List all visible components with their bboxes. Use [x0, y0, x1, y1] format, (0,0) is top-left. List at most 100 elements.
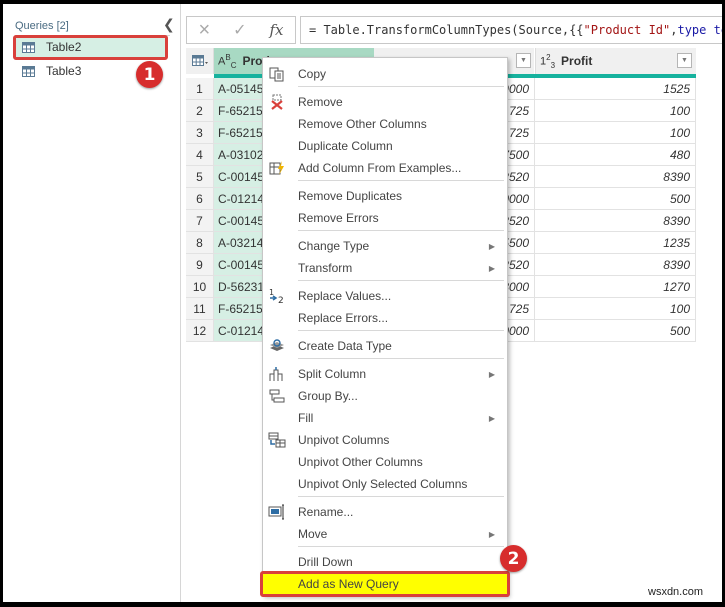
menu-item-label: Remove Errors	[298, 211, 379, 225]
submenu-arrow-icon: ▶	[488, 241, 495, 251]
menu-item-unpivot-only-selected-columns[interactable]: Unpivot Only Selected Columns	[263, 473, 507, 495]
chevron-left-icon[interactable]: ❮	[163, 16, 175, 33]
menu-item-remove-duplicates[interactable]: Remove Duplicates	[263, 185, 507, 207]
table-icon	[22, 65, 35, 77]
menu-item-unpivot-columns[interactable]: Unpivot Columns	[263, 429, 507, 451]
cell-profit[interactable]: 1525	[535, 78, 696, 100]
context-menu: Copy Remove Remove Other Columns Duplicate …	[260, 57, 510, 597]
table-menu-button[interactable]	[186, 48, 214, 74]
menu-item-create-data-type[interactable]: Create Data Type	[263, 335, 507, 357]
column-header-profit[interactable]: 123 Profit ▼	[535, 48, 696, 74]
menu-item-label: Create Data Type	[298, 339, 392, 353]
formula-controls: × ✓ fx	[186, 16, 296, 44]
filter-dropdown-button[interactable]: ▼	[516, 53, 531, 68]
row-index[interactable]: 2	[186, 100, 214, 122]
queries-pane: Queries [2] ❮ Table2 Table3	[3, 4, 181, 602]
menu-separator	[298, 546, 504, 547]
menu-item-transform[interactable]: Transform ▶	[263, 257, 507, 279]
cell-profit[interactable]: 100	[535, 100, 696, 122]
menu-item-label: Remove Other Columns	[298, 117, 427, 131]
replace-values-icon: 12	[268, 288, 286, 304]
row-index[interactable]: 1	[186, 78, 214, 100]
cell-profit[interactable]: 8390	[535, 254, 696, 276]
row-index[interactable]: 9	[186, 254, 214, 276]
menu-item-copy[interactable]: Copy	[263, 63, 507, 85]
cell-profit[interactable]: 8390	[535, 166, 696, 188]
copy-icon	[268, 66, 286, 82]
row-index[interactable]: 10	[186, 276, 214, 298]
cell-profit[interactable]: 100	[535, 298, 696, 320]
cell-profit[interactable]: 100	[535, 122, 696, 144]
step-badge-1: 1	[136, 61, 163, 88]
menu-item-add-as-new-query[interactable]: Add as New Query	[260, 571, 510, 597]
row-index[interactable]: 3	[186, 122, 214, 144]
menu-item-label: Drill Down	[298, 555, 353, 569]
menu-item-replace-values[interactable]: 1 2 Replace Values...	[263, 285, 507, 307]
step-badge-2: 2	[500, 545, 527, 572]
menu-item-label: Add as New Query	[298, 577, 399, 591]
remove-column-icon	[268, 94, 286, 110]
menu-item-label: Duplicate Column	[298, 139, 393, 153]
formula-text: ,	[670, 23, 678, 37]
query-item-table2[interactable]: Table2	[15, 37, 165, 57]
menu-item-move[interactable]: Move ▶	[263, 523, 507, 545]
cell-profit[interactable]: 500	[535, 188, 696, 210]
menu-item-label: Group By...	[298, 389, 358, 403]
cell-profit[interactable]: 1270	[535, 276, 696, 298]
row-index[interactable]: 11	[186, 298, 214, 320]
menu-item-fill[interactable]: Fill ▶	[263, 407, 507, 429]
menu-separator	[298, 86, 504, 87]
menu-item-change-type[interactable]: Change Type ▶	[263, 235, 507, 257]
menu-item-replace-errors[interactable]: Replace Errors...	[263, 307, 507, 329]
cell-profit[interactable]: 500	[535, 320, 696, 342]
confirm-icon[interactable]: ✓	[233, 20, 246, 40]
row-index[interactable]: 4	[186, 144, 214, 166]
menu-item-label: Move	[298, 527, 328, 541]
row-index[interactable]: 7	[186, 210, 214, 232]
submenu-arrow-icon: ▶	[488, 369, 495, 379]
table-icon	[22, 41, 35, 53]
unpivot-icon	[268, 432, 286, 448]
text-type-icon[interactable]: ABC	[218, 53, 236, 70]
filter-dropdown-button[interactable]: ▼	[677, 53, 692, 68]
menu-item-drill-down[interactable]: Drill Down	[263, 551, 507, 573]
power-query-editor: Queries [2] ❮ Table2 Table3 × ✓ fx = Tab…	[3, 4, 722, 602]
cancel-icon[interactable]: ×	[198, 19, 210, 42]
rename-icon	[268, 504, 286, 520]
cell-profit[interactable]: 8390	[535, 210, 696, 232]
cell-profit[interactable]: 480	[535, 144, 696, 166]
menu-item-unpivot-other-columns[interactable]: Unpivot Other Columns	[263, 451, 507, 473]
menu-item-label: Change Type	[298, 239, 370, 253]
menu-item-group-by[interactable]: Group By...	[263, 385, 507, 407]
menu-separator	[298, 330, 504, 331]
menu-item-label: Replace Errors...	[298, 311, 389, 325]
menu-item-remove-errors[interactable]: Remove Errors	[263, 207, 507, 229]
menu-item-label: Transform	[298, 261, 353, 275]
menu-item-remove[interactable]: Remove	[263, 91, 507, 113]
split-column-icon	[268, 366, 286, 382]
query-label: Table3	[46, 64, 82, 78]
formula-string: "Product Id"	[583, 23, 671, 37]
row-index[interactable]: 5	[186, 166, 214, 188]
menu-item-rename[interactable]: Rename...	[263, 501, 507, 523]
row-index[interactable]: 6	[186, 188, 214, 210]
menu-separator	[298, 358, 504, 359]
formula-input[interactable]: = Table.TransformColumnTypes(Source,{{"P…	[300, 16, 722, 44]
group-by-icon	[268, 388, 286, 404]
svg-text:2: 2	[278, 296, 284, 304]
menu-separator	[298, 180, 504, 181]
menu-item-remove-other-columns[interactable]: Remove Other Columns	[263, 113, 507, 135]
number-type-icon[interactable]: 123	[540, 53, 555, 70]
menu-item-add-column-from-examples[interactable]: Add Column From Examples...	[263, 157, 507, 179]
menu-item-duplicate-column[interactable]: Duplicate Column	[263, 135, 507, 157]
fx-icon[interactable]: fx	[269, 21, 283, 39]
menu-item-label: Rename...	[298, 505, 354, 519]
column-header-label: Profit	[561, 54, 593, 68]
row-index[interactable]: 8	[186, 232, 214, 254]
menu-item-split-column[interactable]: Split Column ▶	[263, 363, 507, 385]
formula-keyword: type text	[677, 23, 722, 37]
watermark: wsxdn.com	[648, 586, 704, 598]
row-index[interactable]: 12	[186, 320, 214, 342]
query-label: Table2	[46, 40, 82, 54]
cell-profit[interactable]: 1235	[535, 232, 696, 254]
